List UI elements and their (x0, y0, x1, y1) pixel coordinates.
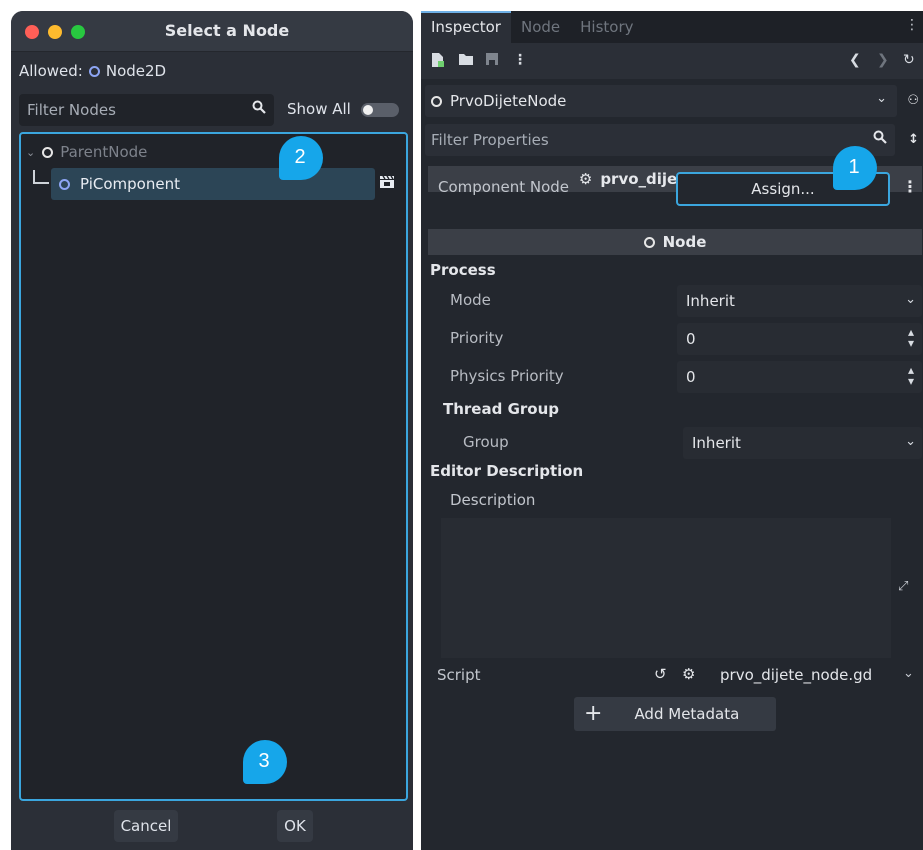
chevron-down-icon: ⌄ (905, 434, 916, 449)
history-icon[interactable]: ↻ (903, 52, 915, 68)
physics-priority-property: Physics Priority 0 ▴ ▾ (428, 359, 922, 395)
marker-number: 2 (294, 145, 306, 168)
tree-item-picomponent[interactable]: PiComponent (51, 168, 375, 200)
tree-item-label: ParentNode (60, 143, 148, 161)
script-label: Script (437, 666, 481, 684)
dialog-titlebar: Select a Node (11, 11, 413, 52)
mode-label: Mode (450, 291, 491, 309)
tab-node[interactable]: Node (511, 11, 570, 43)
gear-icon: ⚙ (682, 665, 696, 683)
marker-number: 1 (848, 155, 860, 178)
more-menu-icon[interactable]: ⋮ (513, 52, 527, 68)
gear-icon: ⚙ (578, 170, 593, 188)
allowed-label: Allowed: (19, 62, 83, 80)
editor-description-header[interactable]: Editor Description (430, 462, 583, 480)
inspector-tabs: Inspector Node History ⋮ (421, 11, 923, 43)
priority-value: 0 (686, 330, 696, 348)
node-icon (42, 146, 54, 158)
tools-icon[interactable]: ↕ (908, 132, 919, 147)
group-dropdown[interactable]: Inherit ⌄ (683, 427, 922, 459)
add-metadata-label: Add Metadata (634, 705, 740, 723)
property-menu-icon[interactable]: ⋮ (902, 177, 918, 196)
node-section-title: Node (662, 233, 707, 251)
thread-group-header[interactable]: Thread Group (443, 400, 559, 418)
tab-history[interactable]: History (570, 11, 643, 43)
node-icon (643, 236, 655, 248)
description-textarea[interactable] (441, 518, 891, 658)
forward-icon[interactable]: ❯ (877, 52, 889, 68)
script-value[interactable]: prvo_dijete_node.gd (720, 666, 872, 684)
allowed-type: Node2D (105, 62, 167, 80)
priority-label: Priority (450, 329, 504, 347)
node-icon (431, 95, 442, 107)
filter-nodes-placeholder: Filter Nodes (27, 101, 116, 119)
filter-properties-input[interactable]: Filter Properties (425, 124, 895, 156)
tree-item-parentnode[interactable]: ⌄ ParentNode (26, 143, 147, 161)
cancel-button[interactable]: Cancel (114, 810, 178, 842)
object-name: PrvoDijeteNode (450, 92, 567, 110)
spinner-arrows-icon[interactable]: ▴ ▾ (908, 326, 914, 349)
tree-connector-line (33, 170, 49, 184)
new-resource-icon[interactable] (431, 52, 445, 68)
component-node-label: Component Node (438, 178, 570, 196)
group-label: Group (463, 433, 509, 451)
physics-priority-label: Physics Priority (450, 367, 564, 385)
mode-dropdown[interactable]: Inherit ⌄ (677, 285, 922, 317)
search-icon (873, 130, 887, 148)
priority-spinbox[interactable]: 0 ▴ ▾ (677, 323, 922, 355)
script-property: Script ↺ ⚙ prvo_dijete_node.gd ⌄ (428, 659, 922, 693)
filter-nodes-input[interactable]: Filter Nodes (19, 94, 274, 126)
expand-icon[interactable]: ⤢ (898, 579, 908, 594)
chevron-down-icon[interactable]: ⌄ (26, 146, 35, 159)
back-icon[interactable]: ❮ (849, 52, 861, 68)
inspector-toolbar: ⋮ ❮ ❯ ↻ (421, 43, 923, 79)
save-icon[interactable] (485, 52, 499, 66)
chevron-down-icon[interactable]: ⌄ (876, 91, 887, 106)
mode-property: Mode Inherit ⌄ (428, 283, 922, 319)
step-marker-1: 1 (833, 146, 877, 190)
spinner-arrows-icon[interactable]: ▴ ▾ (908, 364, 914, 387)
inspector-panel: Inspector Node History ⋮ ⋮ ❮ ❯ ↻ PrvoDij… (421, 11, 923, 850)
revert-icon[interactable]: ↺ (654, 665, 667, 683)
step-marker-3: 3 (243, 740, 287, 784)
priority-property: Priority 0 ▴ ▾ (428, 321, 922, 357)
select-node-dialog: Select a Node Allowed: Node2D Filter Nod… (11, 11, 413, 850)
dialog-title: Select a Node (164, 21, 290, 40)
physics-priority-value: 0 (686, 368, 696, 386)
group-value: Inherit (692, 434, 741, 452)
description-label: Description (450, 491, 536, 509)
ok-button[interactable]: OK (277, 810, 313, 842)
more-options-icon[interactable]: ⋮ (905, 17, 919, 33)
tab-inspector[interactable]: Inspector (421, 11, 511, 43)
show-all-label: Show All (287, 100, 351, 118)
chevron-down-icon[interactable]: ⌄ (903, 666, 914, 681)
open-folder-icon[interactable] (458, 52, 474, 66)
node-dock-icon[interactable]: ⚇ (907, 93, 919, 108)
show-all-toggle[interactable] (361, 103, 399, 117)
plus-icon: + (584, 701, 603, 726)
physics-priority-spinbox[interactable]: 0 ▴ ▾ (677, 361, 922, 393)
mode-value: Inherit (686, 292, 735, 310)
instance-scene-icon[interactable] (379, 175, 395, 189)
filter-properties-placeholder: Filter Properties (431, 131, 549, 149)
process-group-header[interactable]: Process (430, 261, 496, 279)
step-marker-2: 2 (279, 136, 323, 180)
add-metadata-button[interactable]: + Add Metadata (574, 697, 776, 731)
group-property: Group Inherit ⌄ (428, 425, 922, 461)
node2d-icon (88, 65, 100, 77)
marker-number: 3 (258, 749, 270, 772)
node-section-header[interactable]: Node (428, 229, 922, 255)
chevron-down-icon: ⌄ (905, 292, 916, 307)
tree-item-label: PiComponent (80, 175, 180, 193)
object-selector[interactable]: PrvoDijeteNode ⌄ (425, 85, 897, 117)
node-tree[interactable]: ⌄ ParentNode PiComponent (19, 132, 408, 801)
search-icon (252, 100, 266, 118)
node2d-icon (59, 178, 70, 190)
allowed-types-row: Allowed: Node2D (19, 62, 166, 80)
